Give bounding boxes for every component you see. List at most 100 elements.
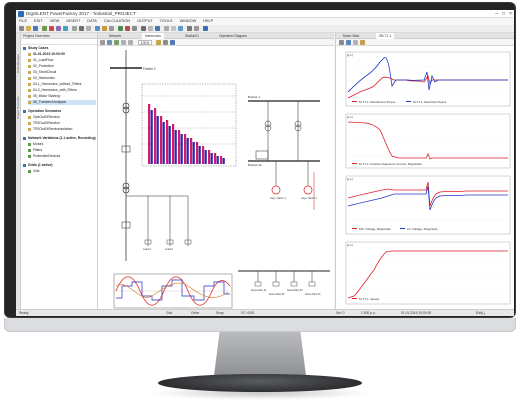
tree-label: TR2OutOfServiceIsolation [33,127,73,131]
spectrum-bar [214,153,217,164]
tree-item[interactable]: Filters [28,148,42,153]
save-icon[interactable] [33,26,38,31]
tree-item[interactable]: 04.1_Harmonics_without_Filters [28,82,81,87]
tree-group[interactable]: Network Variations (1.1 active, Recordin… [23,136,96,141]
status-snap[interactable]: Snap [216,311,224,315]
plot-area[interactable]: [p.u.] M-T7-1: Mechanical Torque M-T7-1:… [335,46,514,309]
filter-icon[interactable] [254,281,262,287]
settings-icon[interactable] [72,26,77,31]
plot-scale-icon[interactable] [339,40,344,45]
menu-file[interactable]: FILE [19,18,27,25]
tree-label: 04.1_Harmonics_without_Filters [33,82,82,86]
plot-label-icon[interactable] [353,40,358,45]
layer-icon[interactable] [156,40,161,45]
tree-group[interactable]: Grids (1 active) [23,163,53,168]
motor-icon[interactable] [303,185,313,195]
tree-item[interactable]: 04_Harmonics [28,76,55,81]
play-icon[interactable] [118,26,123,31]
status-text: Ready [19,311,29,315]
tree-item[interactable]: TR2OutOfService [28,121,60,126]
tree-item[interactable]: TR2OutOfServiceIsolation [28,127,72,132]
plot-icon[interactable] [148,26,153,31]
menu-insert[interactable]: INSERT [66,18,80,25]
tree-group[interactable]: Study Cases [23,46,48,51]
tree-item[interactable]: Motors [28,142,43,147]
tree-item[interactable]: ProtectionDevices [28,154,60,159]
status-grid[interactable]: Grid [166,311,172,315]
plot-export-icon[interactable] [360,40,365,45]
print-icon[interactable] [86,26,91,31]
rail-label-project-overview[interactable]: Project Overview [16,96,20,119]
pan-icon[interactable] [107,40,112,45]
zoom-level-input[interactable]: 100% [138,40,152,45]
filter-icon[interactable] [164,26,169,31]
menu-view[interactable]: VIEW [50,18,60,25]
single-line-diagram[interactable]: Feeder 1 Load 1 Load 2 Busbar 1 Busbar 0… [98,46,334,309]
motor-label-2: Asyn. Motor 2 [301,196,318,200]
tree-item[interactable]: 01_LoadFlow [28,58,53,63]
load-flow-icon[interactable] [42,26,47,31]
stop-icon[interactable] [125,26,130,31]
tree-item[interactable]: 01-01-2019 10:00:00 [28,52,65,57]
minimize-icon[interactable]: – [495,11,498,17]
short-circuit-icon[interactable] [49,26,54,31]
maximize-icon[interactable]: □ [502,11,505,17]
monitor-bezel: DIgSILENT PowerFactory 2017 - 'Industria… [4,2,516,318]
script-icon[interactable] [194,26,199,31]
menu-data[interactable]: DATA [87,18,97,25]
harmonics-icon[interactable] [56,26,61,31]
filter-icon[interactable] [290,281,298,287]
status-selection: Sel: 0 [336,311,345,315]
legend-label: M-T7-1: Speed [359,297,379,301]
color-icon[interactable] [163,40,168,45]
freeze-icon[interactable] [114,40,119,45]
simulation-icon[interactable] [63,26,68,31]
window-controls: – □ × [495,11,512,17]
menu-help[interactable]: HELP [203,18,213,25]
filter-icon[interactable] [308,281,316,287]
motor-icon[interactable] [271,185,281,195]
study-case-icon [28,116,31,119]
tree-item[interactable]: 05_Motor Starting [28,94,60,99]
zoom-icon[interactable] [79,26,84,31]
info-icon[interactable] [178,26,183,31]
filter-icon[interactable] [272,281,280,287]
zoom-out-icon[interactable] [128,40,133,45]
folder-icon [23,164,26,167]
close-icon[interactable]: × [509,11,512,17]
graphic-options-icon[interactable] [170,40,175,45]
tree-item[interactable]: 06_Transient Analysis [28,100,96,105]
legend-swatch [352,163,357,164]
user-icon[interactable] [203,26,208,31]
folder-icon[interactable] [102,26,107,31]
tree-item[interactable]: 02_Protection [28,64,54,69]
rail-label-data-manager[interactable]: Data Manager [16,54,20,73]
new-icon[interactable] [19,26,24,31]
tree-item[interactable]: Grid [28,169,39,174]
menu-window[interactable]: WINDOW [180,18,197,25]
menu-tools[interactable]: TOOLS [160,18,173,25]
menu-edit[interactable]: EDIT [34,18,43,25]
zoom-in-icon[interactable] [121,40,126,45]
grid-icon[interactable] [171,26,176,31]
spectrum-bar [172,124,175,164]
legend-label: M-T7-1: Electrical Torque [413,100,447,104]
report-icon[interactable] [141,26,146,31]
select-icon[interactable] [100,40,105,45]
menu-output[interactable]: OUTPUT [137,18,153,25]
step-icon[interactable] [132,26,137,31]
tools-icon[interactable] [187,26,192,31]
menu-calculation[interactable]: CALCULATION [104,18,130,25]
plot-cursor-icon[interactable] [346,40,351,45]
breaker-icon[interactable] [255,150,269,160]
tool-icon[interactable] [109,26,114,31]
spectrum-bar [210,153,213,164]
status-ortho[interactable]: Ortho [191,311,199,315]
open-icon[interactable] [26,26,31,31]
tree-item[interactable]: 04.2_Harmonics_with_Filters [28,88,77,93]
tree-item[interactable]: 03_ShortCircuit [28,70,56,75]
data-manager-icon[interactable] [95,26,100,31]
chart-icon[interactable] [155,26,160,31]
tree-item[interactable]: OpeOutOfService [28,115,60,120]
tree-group[interactable]: Operation Scenarios [23,109,61,114]
